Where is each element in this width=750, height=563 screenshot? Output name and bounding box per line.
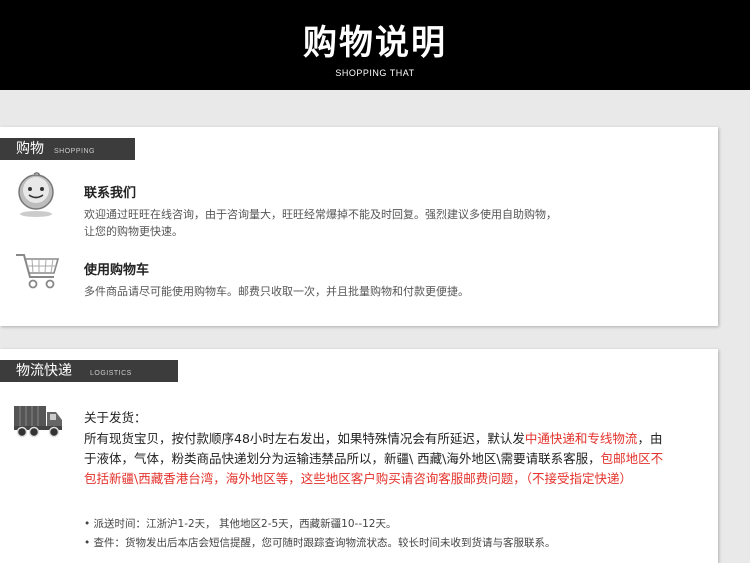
- contact-us-text: 欢迎通过旺旺在线咨询，由于咨询量大，旺旺经常爆掉不能及时回复。强烈建议多使用自助…: [84, 206, 654, 240]
- section-label-cn: 物流快递: [16, 363, 72, 379]
- logistics-section-label: 物流快递 LOGISTICS: [0, 360, 178, 382]
- header-banner: 购物说明 SHOPPING THAT: [0, 0, 750, 90]
- use-cart-line: 多件商品请尽可能使用购物车。邮费只收取一次，并且批量购物和付款更便捷。: [84, 285, 469, 298]
- page-title: 购物说明: [303, 23, 447, 63]
- use-cart-title: 使用购物车: [84, 263, 150, 278]
- delivery-time-note: • 派送时间：江浙沪1-2天， 其他地区2-5天，西藏新疆10--12天。: [84, 518, 397, 530]
- contact-us-line: 让您的购物更快速。: [84, 225, 183, 238]
- shipping-heading: 关于发货：: [84, 410, 147, 425]
- delivery-truck-icon: [12, 402, 64, 438]
- contact-us-line: 欢迎通过旺旺在线咨询，由于咨询量大，旺旺经常爆掉不能及时回复。强烈建议多使用自助…: [84, 208, 557, 221]
- use-cart-text: 多件商品请尽可能使用购物车。邮费只收取一次，并且批量购物和付款更便捷。: [84, 283, 654, 300]
- shopping-section-label: 购物 SHOPPING: [0, 138, 135, 160]
- page-subtitle: SHOPPING THAT: [335, 68, 415, 78]
- section-label-en: SHOPPING: [54, 148, 95, 155]
- shipping-body: 所有现货宝贝，按付款顺序48小时左右发出，如果特殊情况会有所延迟，默认发中通快递…: [84, 429, 664, 489]
- shopping-cart-icon: [14, 251, 62, 291]
- section-label-cn: 购物: [16, 141, 44, 157]
- shipping-highlight: 中通快递和专线物流: [524, 431, 638, 446]
- tracking-note: • 查件：货物发出后本店会短信提醒，您可随时跟踪查询物流状态。较长时间未收到货请…: [84, 537, 556, 549]
- contact-us-title: 联系我们: [84, 186, 137, 201]
- chat-bubble-icon: [16, 172, 56, 218]
- section-label-en: LOGISTICS: [90, 370, 132, 377]
- shipping-text: 所有现货宝贝，按付款顺序48小时左右发出，如果特殊情况会有所延迟，默认发: [84, 431, 525, 446]
